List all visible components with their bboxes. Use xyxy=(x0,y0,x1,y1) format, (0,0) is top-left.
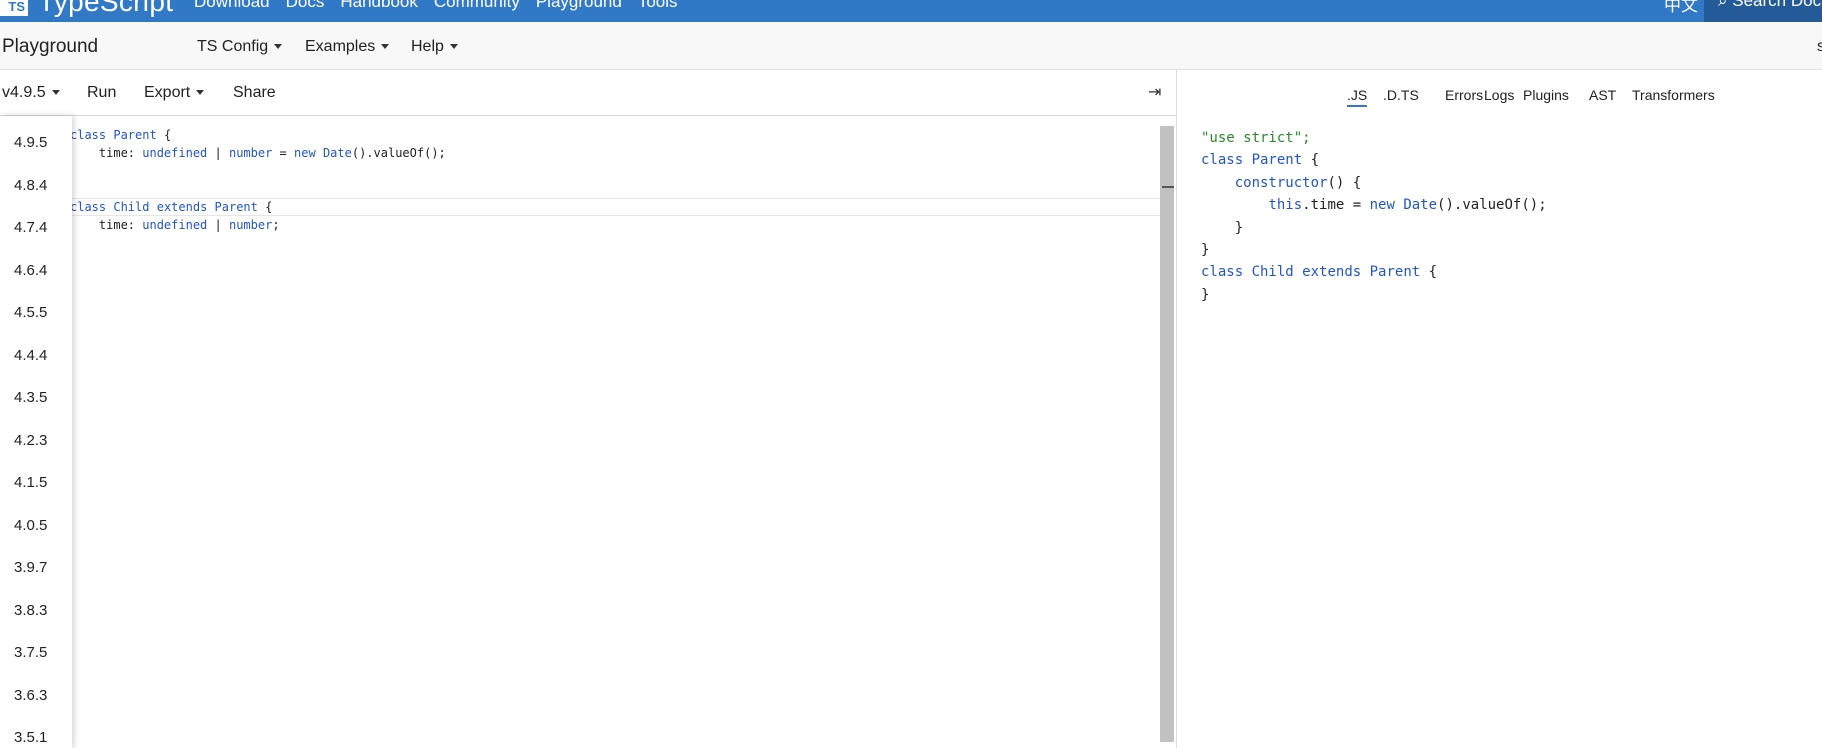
typescript-logo[interactable]: TS TypeScript xyxy=(0,0,173,18)
ts-config-label: TS Config xyxy=(197,38,269,55)
version-option[interactable]: 3.9.7 xyxy=(14,559,47,576)
search-label: Search Doc xyxy=(1732,0,1822,10)
nav-link-download[interactable]: Download xyxy=(194,0,270,12)
logo-text: TypeScript xyxy=(38,0,174,17)
chevron-down-icon xyxy=(274,44,283,50)
search-box[interactable]: ⌕ Search Doc xyxy=(1704,0,1822,22)
help-menu[interactable]: Help xyxy=(411,38,458,56)
code-line: time: undefined | number; xyxy=(70,218,280,232)
examples-menu[interactable]: Examples xyxy=(305,38,390,56)
code-line: class Parent { xyxy=(70,128,172,142)
nav-links: Download Docs Handbook Community Playgro… xyxy=(194,0,694,12)
version-option[interactable]: 4.6.4 xyxy=(14,262,47,279)
chevron-down-icon xyxy=(196,90,205,96)
output-line: } xyxy=(1201,220,1244,236)
tab-plugins[interactable]: Plugins xyxy=(1523,87,1569,103)
help-label: Help xyxy=(411,38,444,55)
version-option[interactable]: 4.9.5 xyxy=(14,134,47,151)
nav-link-handbook[interactable]: Handbook xyxy=(340,0,418,12)
export-menu[interactable]: Export xyxy=(144,84,205,102)
version-dropdown: 4.9.5 4.8.4 4.7.4 4.6.4 4.5.5 4.4.4 4.3.… xyxy=(0,116,72,748)
version-label: v4.9.5 xyxy=(2,84,46,101)
playground-bar: Playground TS Config Examples Help s xyxy=(0,22,1822,70)
nav-link-docs[interactable]: Docs xyxy=(286,0,325,12)
settings-link[interactable]: s xyxy=(1817,38,1822,56)
code-line: time: undefined | number = new Date().va… xyxy=(70,146,446,160)
version-option[interactable]: 3.5.1 xyxy=(14,729,47,746)
run-button[interactable]: Run xyxy=(87,84,116,102)
ts-config-menu[interactable]: TS Config xyxy=(197,38,283,56)
version-option[interactable]: 4.2.3 xyxy=(14,432,47,449)
ts-logo-icon: TS xyxy=(0,0,28,16)
version-select[interactable]: v4.9.5 xyxy=(2,84,60,102)
editor-scrollbar[interactable] xyxy=(1160,126,1174,742)
output-tabs: .JS .D.TS Errors Logs Plugins AST Transf… xyxy=(1177,71,1822,116)
collapse-panel-icon[interactable]: ⇥ xyxy=(1148,82,1161,102)
output-line: class Child extends Parent { xyxy=(1201,264,1438,280)
version-option[interactable]: 3.7.5 xyxy=(14,644,47,661)
nav-link-tools[interactable]: Tools xyxy=(638,0,678,12)
version-option[interactable]: 4.1.5 xyxy=(14,474,47,491)
output-line: } xyxy=(1201,242,1210,258)
search-icon: ⌕ xyxy=(1718,0,1733,10)
examples-label: Examples xyxy=(305,38,376,55)
search-text: ⌕ Search Doc xyxy=(1718,0,1821,11)
output-line: constructor() { xyxy=(1234,175,1362,191)
version-option[interactable]: 4.0.5 xyxy=(14,517,47,534)
tab-ast[interactable]: AST xyxy=(1589,87,1616,103)
top-nav: TS TypeScript Download Docs Handbook Com… xyxy=(0,0,1822,22)
code-line: class Child extends Parent { xyxy=(70,200,273,214)
version-option[interactable]: 4.3.5 xyxy=(14,389,47,406)
version-option[interactable]: 3.8.3 xyxy=(14,602,47,619)
version-option[interactable]: 4.8.4 xyxy=(14,177,47,194)
tab-errors[interactable]: Errors xyxy=(1445,87,1483,103)
nav-link-playground[interactable]: Playground xyxy=(536,0,622,12)
tab-dts[interactable]: .D.TS xyxy=(1383,87,1419,103)
page-title: Playground xyxy=(2,36,99,57)
output-line: this.time = new Date().valueOf(); xyxy=(1268,197,1547,213)
code-editor[interactable]: class Parent { time: undefined | number … xyxy=(0,126,1162,748)
nav-link-community[interactable]: Community xyxy=(434,0,520,12)
version-option[interactable]: 4.5.5 xyxy=(14,304,47,321)
output-line: class Parent { xyxy=(1201,152,1320,168)
language-switch[interactable]: 中文 xyxy=(1664,0,1698,16)
pane-divider[interactable] xyxy=(1176,70,1177,748)
scrollbar-marker xyxy=(1162,186,1174,188)
output-line: "use strict"; xyxy=(1201,130,1311,146)
share-button[interactable]: Share xyxy=(233,84,276,102)
output-line: } xyxy=(1201,287,1210,303)
version-option[interactable]: 4.7.4 xyxy=(14,219,47,236)
editor-toolbar: v4.9.5 Run Export Share ⇥ xyxy=(0,71,1176,116)
tab-logs[interactable]: Logs xyxy=(1484,87,1514,103)
export-label: Export xyxy=(144,84,191,101)
tab-transformers[interactable]: Transformers xyxy=(1632,87,1715,103)
chevron-down-icon xyxy=(51,90,60,96)
chevron-down-icon xyxy=(449,44,458,50)
tab-js[interactable]: .JS xyxy=(1347,87,1368,107)
chevron-down-icon xyxy=(381,44,390,50)
version-option[interactable]: 4.4.4 xyxy=(14,347,47,364)
version-option[interactable]: 3.6.3 xyxy=(14,687,47,704)
